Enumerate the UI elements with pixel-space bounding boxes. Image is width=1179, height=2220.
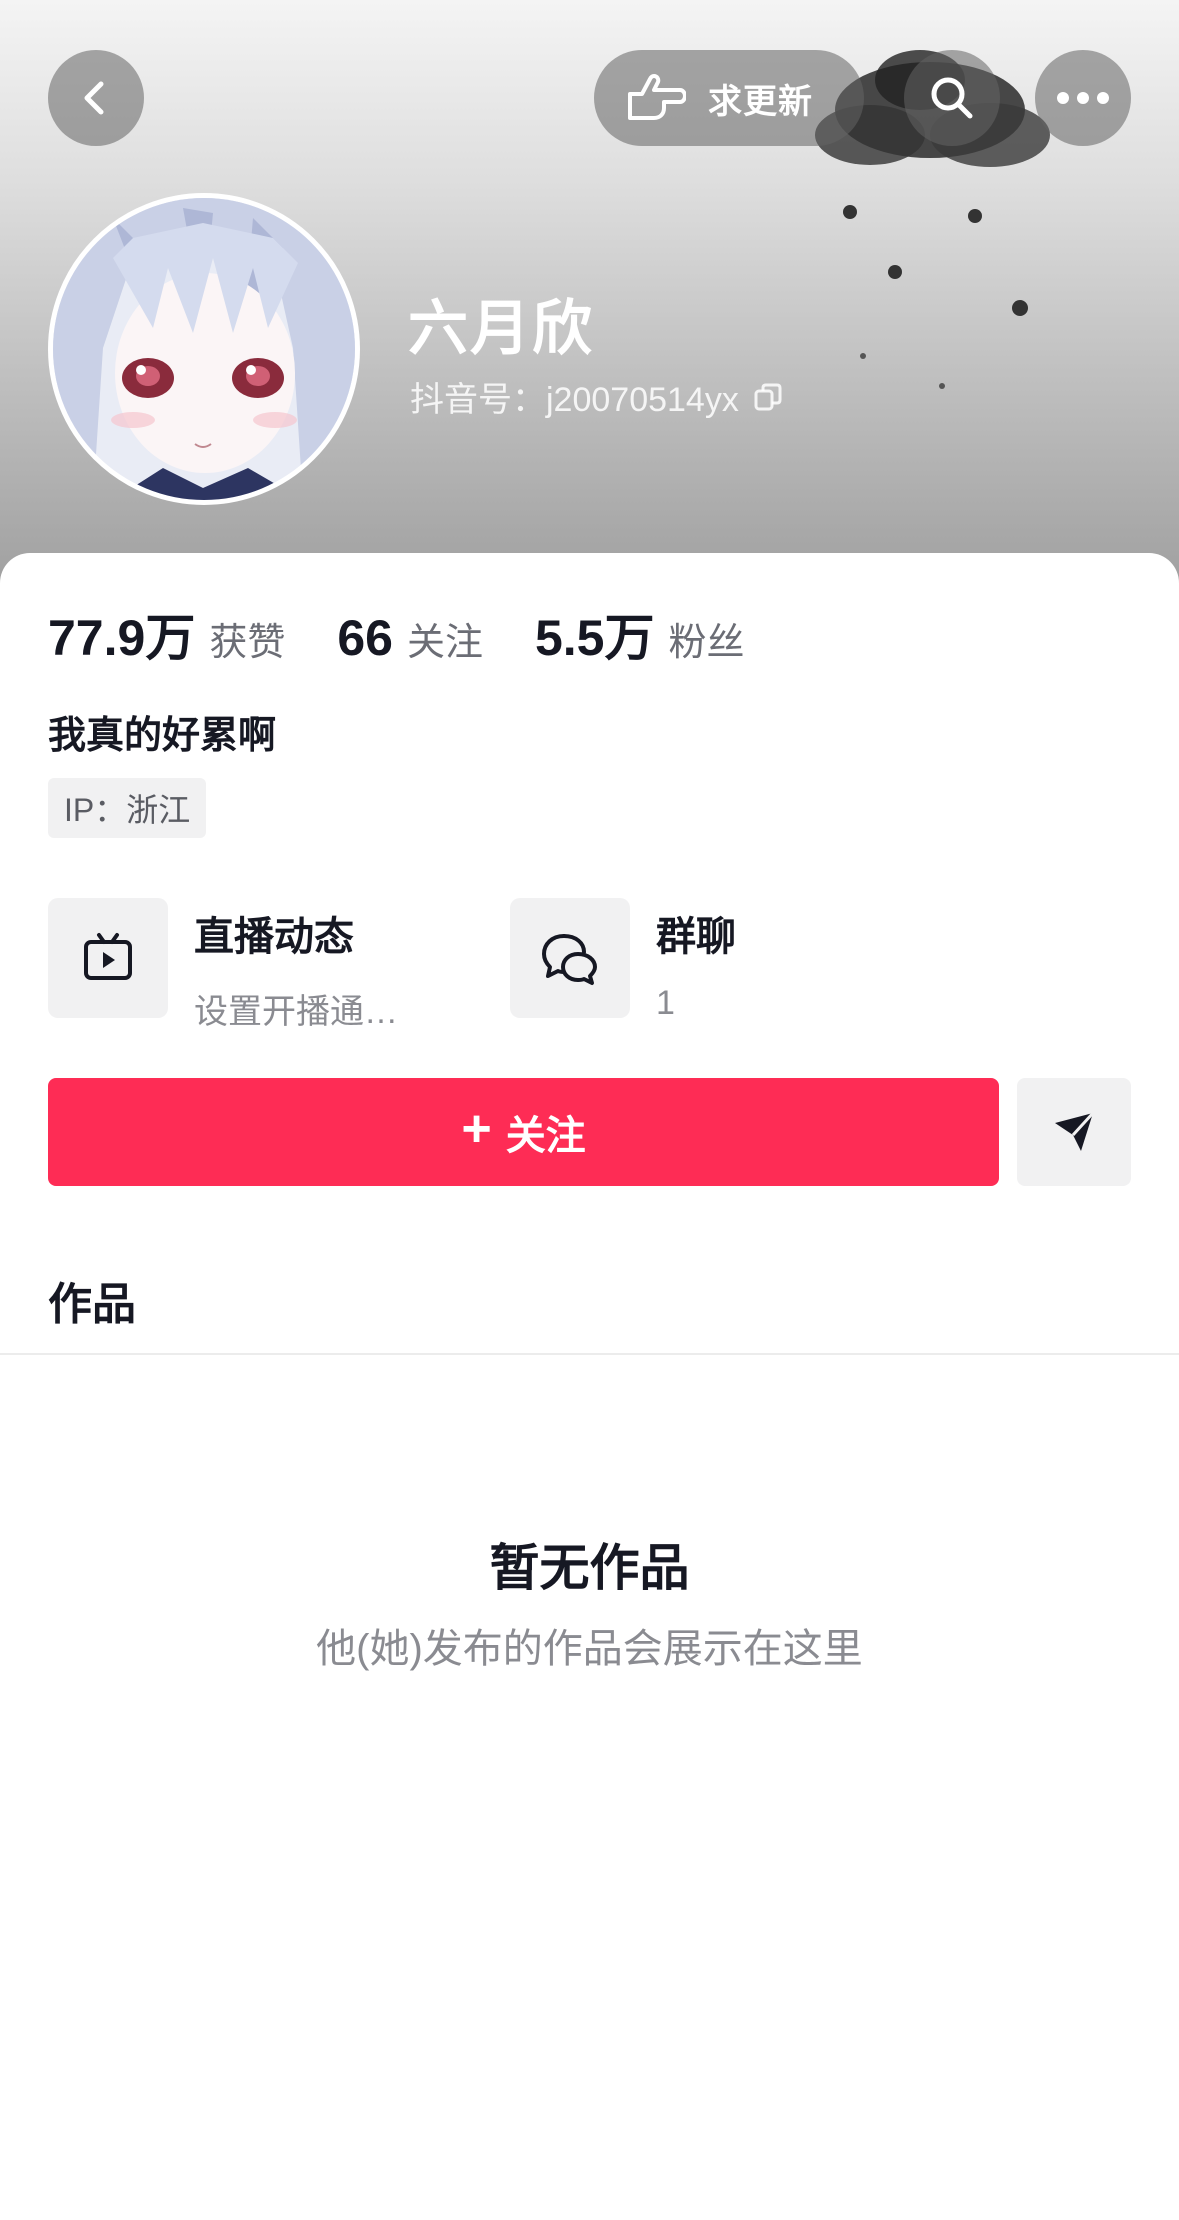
pointing-hand-icon (628, 74, 686, 120)
nickname: 六月欣 (408, 295, 594, 362)
back-button[interactable] (48, 50, 144, 146)
search-icon (931, 77, 973, 119)
stats-row: 77.9万 获赞 66 关注 5.5万 粉丝 (48, 598, 797, 670)
live-updates-entry[interactable]: 直播动态 设置开播通… (48, 898, 398, 1033)
stat-followers[interactable]: 5.5万 粉丝 (535, 598, 745, 670)
tab-divider (0, 1353, 1179, 1355)
avatar[interactable] (48, 193, 360, 505)
stat-following[interactable]: 66 关注 (337, 609, 483, 667)
follow-button[interactable]: + 关注 (48, 1078, 999, 1186)
send-message-button[interactable] (1017, 1078, 1131, 1186)
ip-location-tag: IP：浙江 (48, 778, 207, 838)
empty-state-subtitle: 他(她)发布的作品会展示在这里 (316, 1627, 863, 1671)
chevron-left-icon (84, 81, 104, 115)
stat-followers-value: 5.5万 (534, 610, 655, 666)
live-updates-title: 直播动态 (194, 915, 354, 959)
anime-avatar-image (53, 198, 355, 500)
live-updates-subtitle: 设置开播通… (194, 993, 398, 1031)
live-updates-icon-box (48, 898, 168, 1018)
douyin-id-text: 抖音号：j20070514yx (410, 381, 739, 419)
copy-icon[interactable] (753, 382, 783, 412)
chat-bubbles-icon (542, 934, 597, 985)
group-chat-entry[interactable]: 群聊 1 (510, 898, 736, 1023)
group-chat-icon-box (510, 898, 630, 1018)
tv-icon (84, 933, 132, 980)
stat-followers-label: 粉丝 (668, 622, 745, 664)
bio-text: 我真的好累啊 (48, 715, 277, 757)
request-update-button[interactable]: 求更新 (594, 50, 864, 146)
plus-icon: + (461, 1100, 492, 1158)
follow-label: 关注 (505, 1114, 586, 1158)
group-chat-count: 1 (656, 984, 675, 1022)
stat-likes-label: 获赞 (209, 622, 286, 664)
group-chat-title: 群聊 (656, 915, 736, 959)
request-update-label: 求更新 (708, 82, 813, 121)
stat-likes-value: 77.9万 (48, 610, 196, 666)
search-button[interactable] (904, 50, 1000, 146)
stat-following-value: 66 (337, 610, 393, 666)
profile-page: 求更新 六月欣 抖音号：j20070514yx 77.9万 获赞 66 关注 5… (0, 0, 1179, 2220)
more-dots-icon (1057, 92, 1109, 104)
more-button[interactable] (1035, 50, 1131, 146)
douyin-id-row[interactable]: 抖音号：j20070514yx (410, 372, 783, 421)
empty-state-title: 暂无作品 (489, 1540, 690, 1596)
tab-works[interactable]: 作品 (48, 1268, 136, 1332)
paper-plane-icon (1055, 1111, 1095, 1151)
stat-following-label: 关注 (406, 622, 483, 664)
stat-likes[interactable]: 77.9万 获赞 (48, 598, 285, 670)
